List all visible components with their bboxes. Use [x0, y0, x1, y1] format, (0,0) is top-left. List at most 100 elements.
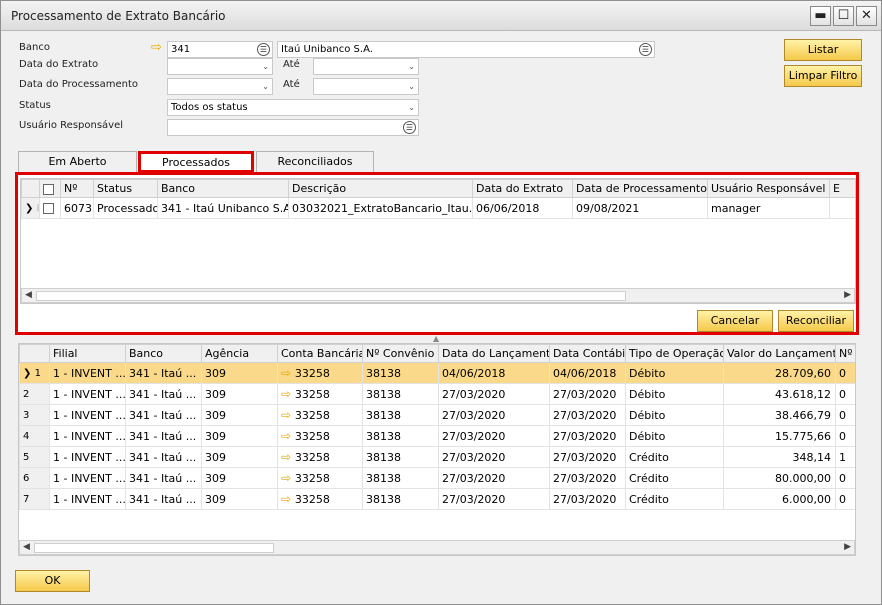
scroll-left-icon[interactable]: ◀ [25, 289, 32, 302]
header-tipo[interactable]: Tipo de Operação [625, 344, 724, 363]
cell-tipo: Débito [625, 383, 724, 405]
header-descricao[interactable]: Descrição [288, 179, 473, 198]
cell-data-contabil: 04/06/2018 [549, 362, 626, 384]
tab-reconciliados[interactable]: Reconciliados [256, 151, 374, 173]
scroll-right-icon[interactable]: ▶ [844, 541, 851, 554]
link-arrow-icon[interactable]: ⇨ [281, 492, 295, 506]
table-row[interactable]: 21 - INVENT ... 341 - Itaú ... 309 ⇨ 33258 3… [19, 383, 855, 405]
limpar-filtro-button[interactable]: Limpar Filtro [784, 65, 862, 87]
header-banco[interactable]: Banco [157, 179, 289, 198]
window-title: Processamento de Extrato Bancário [11, 9, 226, 23]
ate1-label: Até [283, 59, 300, 70]
conta-value: 33258 [294, 367, 330, 380]
header-data-extrato[interactable]: Data do Extrato [472, 179, 573, 198]
link-arrow-icon[interactable]: ⇨ [281, 471, 295, 485]
link-arrow-icon[interactable]: ⇨ [281, 366, 295, 380]
header-status[interactable]: Status [93, 179, 158, 198]
chevron-down-icon[interactable]: ⌄ [408, 100, 415, 115]
link-arrow-icon[interactable]: ⇨ [281, 450, 295, 464]
window: Processamento de Extrato Bancário ▬ ☐ ✕ … [0, 0, 882, 605]
table-row[interactable]: 61 - INVENT ... 341 - Itaú ... 309 ⇨ 33258 3… [19, 467, 855, 489]
header-agencia[interactable]: Agência [201, 344, 278, 363]
chevron-down-icon[interactable]: ⌄ [262, 59, 269, 74]
list-icon[interactable]: ☰ [639, 43, 652, 56]
data-processamento-ate-field[interactable]: ⌄ [313, 78, 419, 95]
chevron-down-icon[interactable]: ⌄ [262, 79, 269, 94]
header-data-processamento[interactable]: Data de Processamento [572, 179, 708, 198]
cell-data-contabil: 27/03/2020 [549, 488, 626, 510]
scroll-left-icon[interactable]: ◀ [23, 541, 30, 554]
link-arrow-icon[interactable]: ⇨ [281, 429, 295, 443]
table-row[interactable]: 51 - INVENT ... 341 - Itaú ... 309 ⇨ 33258 3… [19, 446, 855, 468]
header-numero[interactable]: Nº [60, 179, 94, 198]
conta-value: 33258 [294, 451, 330, 464]
header-banco[interactable]: Banco [125, 344, 202, 363]
listar-button[interactable]: Listar [784, 39, 862, 61]
header-conta[interactable]: Conta Bancária [277, 344, 363, 363]
cell-tipo: Crédito [625, 467, 724, 489]
cell-data-contabil: 27/03/2020 [549, 425, 626, 447]
horizontal-scrollbar[interactable]: ◀ ▶ [21, 288, 855, 303]
row-checkbox[interactable] [43, 203, 54, 214]
conta-value: 33258 [294, 388, 330, 401]
cell-filial: 1 - INVENT ... [49, 425, 126, 447]
processados-panel: Nº Status Banco Descrição Data do Extrat… [15, 172, 859, 335]
select-all-checkbox[interactable] [43, 183, 54, 195]
cancelar-button[interactable]: Cancelar [697, 310, 773, 332]
tab-processados[interactable]: Processados [138, 151, 254, 173]
lancamentos-grid: Filial Banco Agência Conta Bancária Nº C… [18, 343, 856, 556]
header-checkbox-cell [39, 179, 61, 198]
table-row[interactable]: 71 - INVENT ... 341 - Itaú ... 309 ⇨ 33258 3… [19, 488, 855, 510]
link-arrow-icon[interactable]: ⇨ [281, 408, 295, 422]
cell-tipo: Crédito [625, 446, 724, 468]
reconciliar-button[interactable]: Reconciliar [778, 310, 854, 332]
close-button[interactable]: ✕ [856, 6, 877, 26]
header-filial[interactable]: Filial [49, 344, 126, 363]
cell-tipo: Débito [625, 362, 724, 384]
splitter-handle-icon[interactable]: ▲ [433, 334, 439, 343]
header-usuario[interactable]: Usuário Responsável [707, 179, 830, 198]
banco-code-field[interactable]: 341 ☰ [167, 41, 273, 58]
header-data-lancamento[interactable]: Data do Lançamento [438, 344, 550, 363]
table-row[interactable]: ❯ 11 - INVENT ... 341 - Itaú ... 309 ⇨ 3325… [19, 362, 855, 384]
scrollbar-thumb[interactable] [34, 543, 274, 553]
data-extrato-ate-field[interactable]: ⌄ [313, 58, 419, 75]
cell-data-extrato: 06/06/2018 [472, 197, 573, 219]
scroll-right-icon[interactable]: ▶ [844, 289, 851, 302]
cell-valor: 15.775,66 [723, 425, 836, 447]
data-extrato-field[interactable]: ⌄ [167, 58, 273, 75]
usuario-field[interactable]: ☰ [167, 119, 419, 136]
data-processamento-field[interactable]: ⌄ [167, 78, 273, 95]
link-arrow-icon[interactable]: ⇨ [281, 387, 295, 401]
cell-banco: 341 - Itaú ... [125, 425, 202, 447]
status-select[interactable]: Todos os status ⌄ [167, 99, 419, 116]
banco-name-field[interactable]: Itaú Unibanco S.A. ☰ [277, 41, 655, 58]
maximize-button[interactable]: ☐ [833, 6, 854, 26]
list-icon[interactable]: ☰ [257, 43, 270, 56]
table-row[interactable]: 41 - INVENT ... 341 - Itaú ... 309 ⇨ 33258 3… [19, 425, 855, 447]
header-data-contabil[interactable]: Data Contábil [549, 344, 626, 363]
table-row[interactable]: 31 - INVENT ... 341 - Itaú ... 309 ⇨ 33258 3… [19, 404, 855, 426]
header-extra[interactable]: E [829, 179, 855, 198]
tab-em-aberto[interactable]: Em Aberto [18, 151, 137, 173]
chevron-down-icon[interactable]: ⌄ [408, 59, 415, 74]
cell-numero: 1 [835, 446, 855, 468]
minimize-button[interactable]: ▬ [810, 6, 831, 26]
header-valor[interactable]: Valor do Lançamento [723, 344, 836, 363]
list-icon[interactable]: ☰ [403, 121, 416, 134]
cell-numero: 0 [835, 488, 855, 510]
cell-valor: 43.618,12 [723, 383, 836, 405]
link-arrow-icon[interactable]: ⇨ [151, 40, 162, 55]
table-row[interactable]: ❯ ⊞ 6073 Processado 341 - Itaú Unibanco … [21, 197, 855, 219]
horizontal-scrollbar[interactable]: ◀ ▶ [19, 540, 855, 555]
cell-convenio: 38138 [362, 404, 439, 426]
table-header: Nº Status Banco Descrição Data do Extrat… [21, 179, 855, 198]
cell-data-contabil: 27/03/2020 [549, 446, 626, 468]
header-numero[interactable]: Nº [835, 344, 855, 363]
chevron-down-icon[interactable]: ⌄ [408, 79, 415, 94]
scrollbar-thumb[interactable] [36, 291, 626, 301]
cell-data-contabil: 27/03/2020 [549, 467, 626, 489]
cell-banco: 341 - Itaú ... [125, 362, 202, 384]
header-convenio[interactable]: Nº Convênio [362, 344, 439, 363]
ok-button[interactable]: OK [15, 570, 90, 592]
